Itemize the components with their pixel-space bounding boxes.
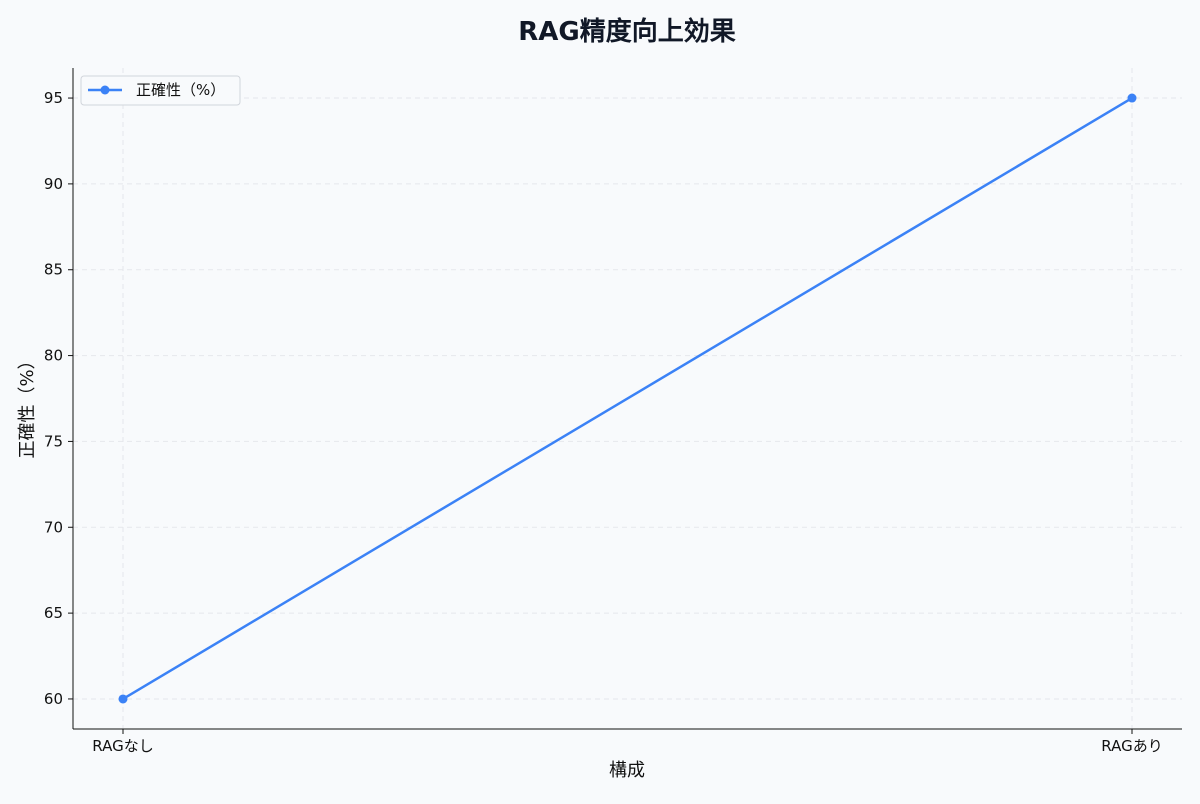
data-point [118, 694, 128, 704]
ticks: 60 65 70 75 80 85 90 95 RAGなし RAGあり [44, 89, 1163, 755]
data-point [1127, 93, 1137, 103]
x-tick-label: RAGあり [1101, 737, 1162, 755]
y-tick-label: 70 [44, 518, 63, 536]
y-tick-label: 65 [44, 604, 63, 622]
x-tick-label: RAGなし [92, 737, 153, 755]
series [118, 93, 1137, 704]
y-tick-label: 75 [44, 432, 63, 450]
line-chart: RAG精度向上効果 6065707580859095RAGなし RAGあり 構成 … [17, 16, 1182, 781]
y-tick-label: 95 [44, 89, 63, 107]
y-tick-label: 60 [44, 690, 63, 708]
y-tick-label: 80 [44, 347, 63, 365]
legend-series-label: 正確性（%） [136, 81, 225, 99]
chart-container: RAG精度向上効果 60 65 70 75 80 85 90 95 RAGなし RAGあり 構成 … [0, 0, 1200, 800]
y-axis-label: 正確性（%） [17, 351, 38, 458]
series-line [121, 96, 1134, 701]
x-axis-label: 構成 [609, 760, 645, 781]
legend: 正確性（%） [80, 75, 241, 106]
y-tick-label: 90 [44, 175, 63, 193]
y-tick-label: 85 [44, 261, 63, 279]
chart-title: RAG精度向上効果 [518, 16, 735, 47]
legend-marker-sample [100, 85, 110, 95]
